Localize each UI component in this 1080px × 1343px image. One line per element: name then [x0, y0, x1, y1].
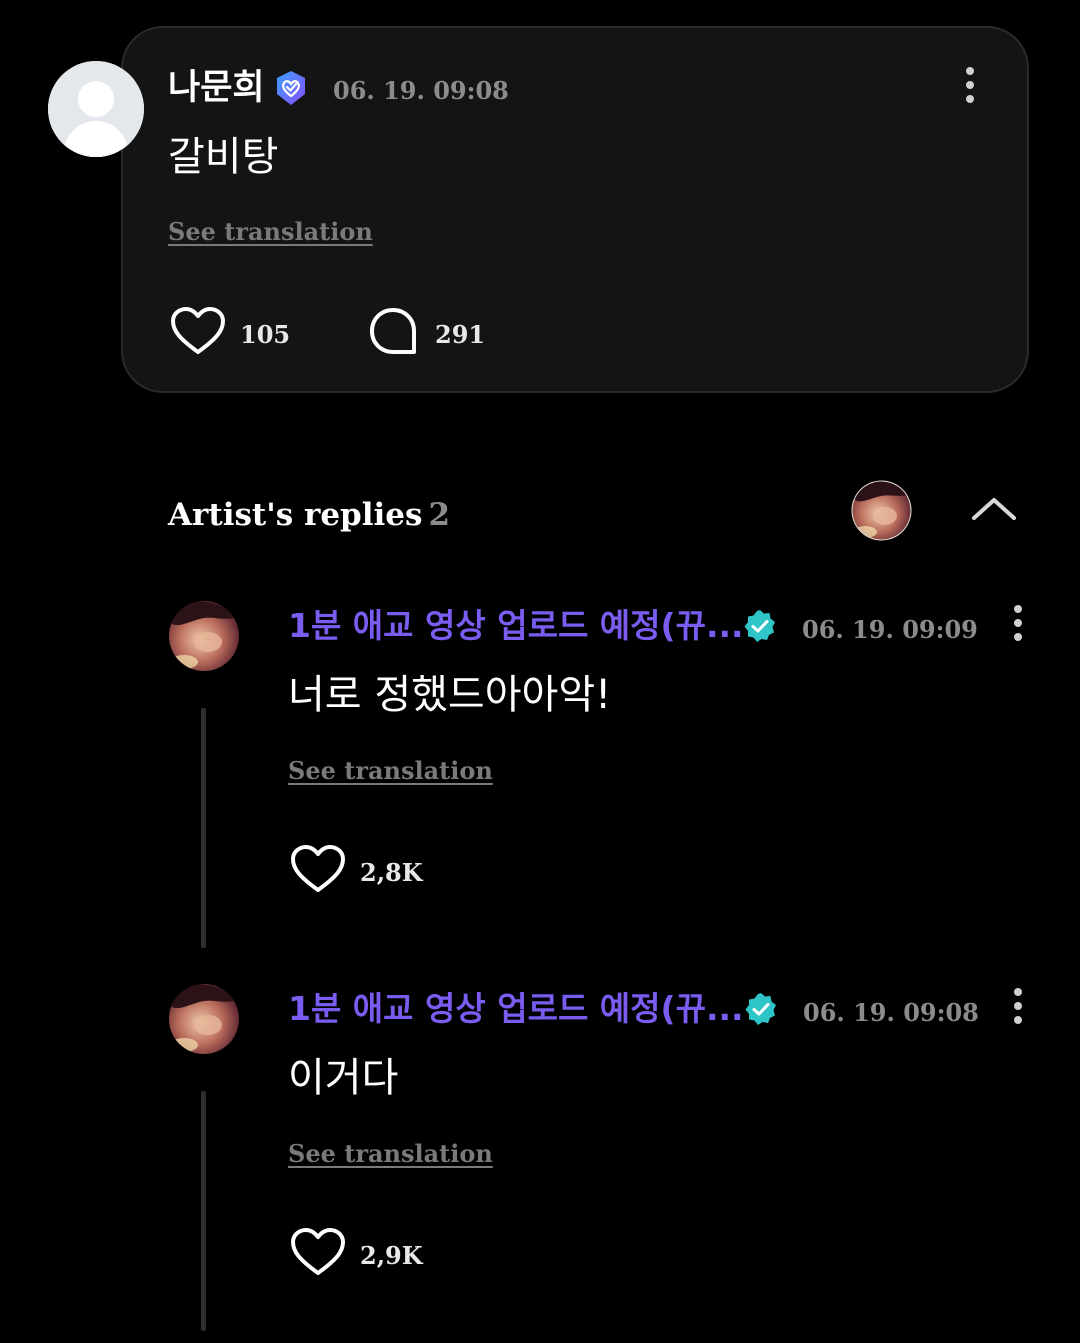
like-heart-icon[interactable] — [290, 1227, 346, 1277]
thread-line — [201, 708, 206, 948]
artist-avatar[interactable] — [168, 600, 240, 672]
artist-replies-header: Artist's replies 2 — [168, 495, 450, 535]
reply-timestamp: 06. 19. 09:09 — [802, 615, 978, 644]
like-heart-icon[interactable] — [290, 844, 346, 894]
more-options-icon[interactable] — [964, 66, 976, 106]
post-comment-count: 291 — [435, 320, 486, 349]
thread-line — [201, 1091, 206, 1331]
artist-replies-count: 2 — [428, 497, 451, 533]
reply-body-text: 너로 정했드아아악! — [288, 672, 612, 718]
default-avatar-icon — [48, 61, 144, 157]
like-heart-icon[interactable] — [170, 306, 226, 356]
user-avatar[interactable] — [48, 61, 144, 157]
verified-user-icon — [277, 71, 305, 105]
artist-replies-title: Artist's replies — [168, 497, 423, 533]
reply-timestamp: 06. 19. 09:08 — [803, 998, 979, 1027]
post-like-count: 105 — [240, 320, 291, 349]
post-author-name[interactable]: 나문희 — [168, 66, 265, 110]
reply-author-name[interactable]: 1분 애교 영상 업로드 예정(뀨... — [288, 604, 744, 648]
reply-see-translation-link[interactable]: See translation — [288, 1139, 493, 1169]
reply-body-text: 이거다 — [288, 1055, 399, 1101]
reply-like-count: 2,9K — [360, 1241, 423, 1270]
artist-avatar[interactable] — [168, 983, 240, 1055]
more-options-icon[interactable] — [1012, 604, 1024, 644]
reply-author-name[interactable]: 1분 애교 영상 업로드 예정(뀨... — [288, 987, 744, 1031]
post-see-translation-link[interactable]: See translation — [168, 217, 373, 247]
comment-bubble-icon[interactable] — [368, 306, 418, 356]
verified-artist-icon — [745, 993, 776, 1025]
reply-like-count: 2,8K — [360, 858, 423, 887]
post-timestamp: 06. 19. 09:08 — [333, 76, 509, 105]
reply-see-translation-link[interactable]: See translation — [288, 756, 493, 786]
more-options-icon[interactable] — [1012, 987, 1024, 1027]
verified-artist-icon — [744, 610, 775, 642]
artist-avatar-small — [851, 480, 912, 541]
post-body-text: 갈비탕 — [168, 134, 279, 180]
collapse-chevron-up-icon[interactable] — [970, 492, 1018, 524]
